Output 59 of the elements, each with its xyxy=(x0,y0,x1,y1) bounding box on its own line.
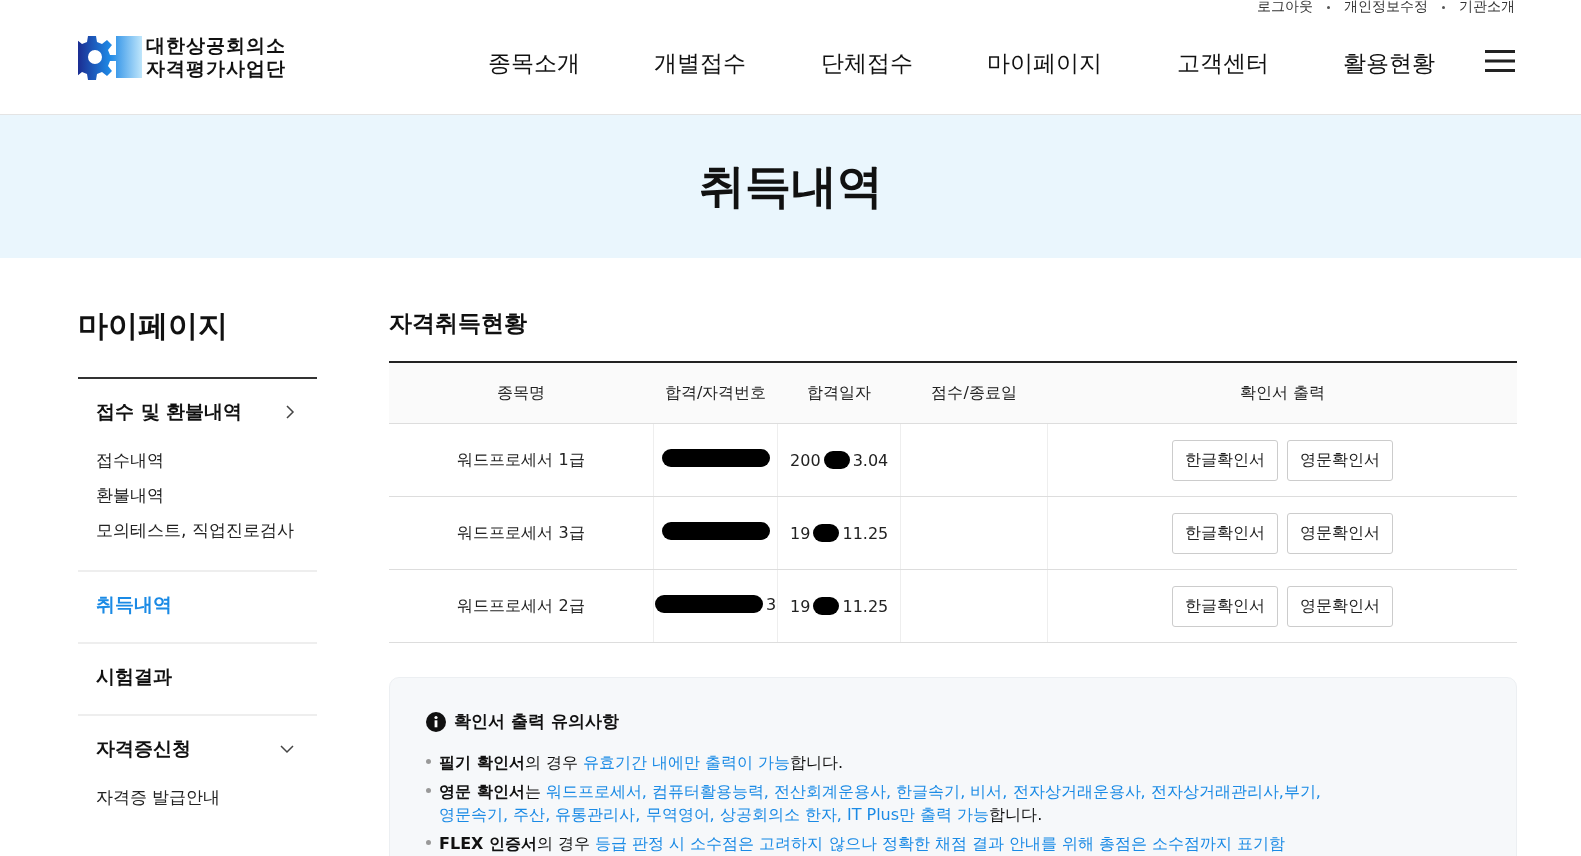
table-cell: 3 xyxy=(766,594,777,614)
page-title: 취득내역 xyxy=(698,157,883,215)
nav-item[interactable]: 단체접수 xyxy=(820,35,913,79)
certificate-button[interactable]: 영문확인서 xyxy=(1287,512,1394,554)
redaction-mark xyxy=(823,451,850,469)
sidebar-item[interactable]: 취득내역 xyxy=(78,572,317,634)
nav-item[interactable]: 활용현황 xyxy=(1342,35,1435,79)
table-cell: 19 xyxy=(790,596,811,616)
table-cell: 19 xyxy=(790,523,811,543)
top-link[interactable]: 기관소개 xyxy=(1459,0,1515,16)
menu-icon[interactable] xyxy=(1485,50,1515,72)
column-header: 종목명 xyxy=(389,362,654,424)
chevron-right-icon xyxy=(285,404,295,420)
nav-item[interactable]: 종목소개 xyxy=(488,35,580,79)
certificate-button[interactable]: 한글확인서 xyxy=(1172,439,1279,481)
nav-item[interactable]: 고객센터 xyxy=(1176,35,1269,79)
nav-item[interactable]: 개별접수 xyxy=(654,35,747,79)
bullet-icon xyxy=(426,788,431,793)
table-cell: 워드프로세서 3급 xyxy=(389,496,654,570)
column-header: 확인서 출력 xyxy=(1047,362,1517,424)
table-cell: 워드프로세서 1급 xyxy=(389,423,654,497)
notice-text: FLEX 인증서의 경우 등급 판정 시 소수점은 고려하지 않으나 정확한 채점 결과 안내를 위해 총점은 소수점까지 표기함 xyxy=(439,833,1286,855)
notice-text: 영문 확인서는 워드프로세서, 컴퓨터활용능력, 전산회계운용사, 한글속기, 비서, 전자상거래운용사, 전자상거래관리사,부기, 영문속기, 주산, 유통관리사, 무역영어, 상공회의소 한자, IT Plus만 출력 가능합니다. xyxy=(439,781,1322,826)
table-cell: 11.25 xyxy=(842,596,889,616)
sidebar-item[interactable]: 자격증신청 xyxy=(78,716,317,778)
sidebar-subitem[interactable]: 접수내역 xyxy=(96,449,317,472)
nav-item[interactable]: 마이페이지 xyxy=(987,35,1103,79)
logo-text: 자격평가사업단 xyxy=(146,57,286,80)
sidebar-subitem[interactable]: 모의테스트, 직업진로검사 xyxy=(96,519,317,542)
certificate-button[interactable]: 한글확인서 xyxy=(1172,585,1279,627)
table-cell: 워드프로세서 2급 xyxy=(389,569,654,643)
column-header: 점수/종료일 xyxy=(900,362,1048,424)
separator-dot xyxy=(1327,5,1330,9)
sidebar-title: 마이페이지 xyxy=(78,307,229,345)
top-link[interactable]: 로그아웃 xyxy=(1257,0,1313,16)
table-cell: 200 xyxy=(790,450,821,470)
bullet-icon xyxy=(426,840,431,845)
column-header: 합격/자격번호 xyxy=(653,362,778,424)
notice-title: 확인서 출력 유의사항 xyxy=(454,710,619,733)
table-cell: 11.25 xyxy=(842,523,889,543)
redaction-mark xyxy=(813,524,840,542)
column-header: 합격일자 xyxy=(777,362,901,424)
sidebar-item[interactable]: 시험결과 xyxy=(78,644,317,706)
certificate-button[interactable]: 영문확인서 xyxy=(1287,585,1394,627)
sidebar-subitem[interactable]: 자격증 발급안내 xyxy=(96,786,317,809)
top-link[interactable]: 개인정보수정 xyxy=(1344,0,1428,16)
logo-text: 대한상공회의소 xyxy=(146,34,286,57)
separator-dot xyxy=(1442,5,1445,9)
certificate-button[interactable]: 한글확인서 xyxy=(1172,512,1279,554)
section-title: 자격취득현황 xyxy=(389,309,528,338)
chevron-down-icon xyxy=(279,744,295,754)
notice-text: 필기 확인서의 경우 유효기간 내에만 출력이 가능합니다. xyxy=(439,752,844,774)
sidebar-subitem[interactable]: 환불내역 xyxy=(96,484,317,507)
info-icon xyxy=(426,711,446,732)
redaction-mark xyxy=(813,597,840,615)
sidebar-item[interactable]: 접수 및 환불내역 xyxy=(78,379,317,441)
table-cell: 3.04 xyxy=(852,450,889,470)
bullet-icon xyxy=(426,759,431,764)
certificate-button[interactable]: 영문확인서 xyxy=(1287,439,1394,481)
